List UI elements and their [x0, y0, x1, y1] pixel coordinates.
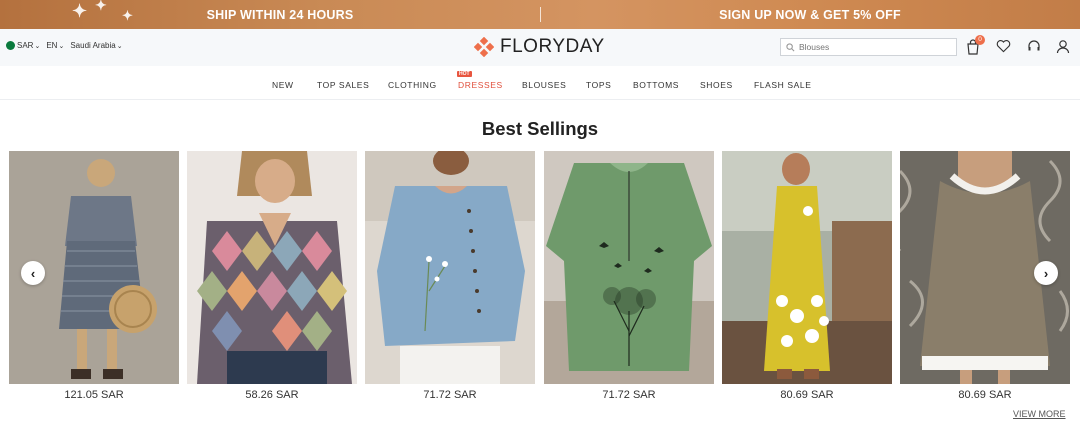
- language-selector[interactable]: EN ⌄: [46, 41, 64, 50]
- nav-item-shoes[interactable]: SHOES: [700, 80, 733, 90]
- currency-selector[interactable]: SAR ⌄: [6, 41, 40, 50]
- nav-item-new[interactable]: NEW: [272, 80, 294, 90]
- locale-selector: SAR ⌄ EN ⌄ Saudi Arabia ⌄: [6, 41, 123, 50]
- search-icon: [786, 42, 795, 51]
- product-card[interactable]: 71.72 SAR: [544, 151, 714, 401]
- site-header: SAR ⌄ EN ⌄ Saudi Arabia ⌄ FLORYDAY Blous…: [0, 29, 1080, 66]
- language-label: EN: [46, 41, 58, 50]
- promo-banner[interactable]: ✦ ✦ ✦ SHIP WITHIN 24 HOURS SIGN UP NOW &…: [0, 0, 1080, 29]
- product-price: 71.72 SAR: [423, 389, 477, 401]
- product-price: 121.05 SAR: [64, 389, 124, 401]
- nav-item-bottoms[interactable]: BOTTOMS: [633, 80, 679, 90]
- chevron-down-icon: ⌄: [34, 42, 41, 50]
- currency-label: SAR: [17, 41, 34, 50]
- heart-icon[interactable]: [996, 39, 1012, 55]
- logo-text: FLORYDAY: [500, 36, 605, 57]
- nav-item-clothing[interactable]: CLOTHING: [388, 80, 437, 90]
- section-title: Best Sellings: [481, 118, 599, 139]
- cart-count-badge: 0: [975, 35, 985, 45]
- product-image[interactable]: [365, 151, 535, 384]
- product-price: 71.72 SAR: [602, 389, 656, 401]
- nav-item-tops[interactable]: TOPS: [586, 80, 611, 90]
- nav-item-flash-sale[interactable]: FLASH SALE: [754, 80, 812, 90]
- product-card[interactable]: 80.69 SAR: [722, 151, 892, 401]
- user-icon[interactable]: [1056, 39, 1072, 55]
- chevron-down-icon: ⌄: [58, 42, 65, 50]
- product-card[interactable]: 58.26 SAR: [187, 151, 357, 401]
- country-label: Saudi Arabia: [70, 41, 116, 50]
- product-image[interactable]: [187, 151, 357, 384]
- hot-badge: HOT: [457, 71, 472, 77]
- country-selector[interactable]: Saudi Arabia ⌄: [70, 41, 122, 50]
- promo-signup-text[interactable]: SIGN UP NOW & GET 5% OFF: [540, 8, 1080, 22]
- product-image[interactable]: [722, 151, 892, 384]
- product-price: 80.69 SAR: [780, 389, 834, 401]
- nav-item-dresses[interactable]: DRESSES: [458, 80, 503, 90]
- product-price: 80.69 SAR: [958, 389, 1012, 401]
- search-box[interactable]: [780, 38, 957, 56]
- chevron-right-icon: ›: [1043, 265, 1049, 281]
- nav-item-top-sales[interactable]: TOP SALES: [317, 80, 369, 90]
- saudi-flag-icon: [6, 41, 15, 50]
- product-image[interactable]: [544, 151, 714, 384]
- site-logo[interactable]: FLORYDAY: [473, 36, 605, 58]
- floryday-logo-icon: [473, 36, 495, 58]
- product-price: 58.26 SAR: [245, 389, 299, 401]
- product-card[interactable]: 71.72 SAR: [365, 151, 535, 401]
- headset-icon[interactable]: [1027, 39, 1043, 55]
- view-more-link[interactable]: VIEW MORE: [1013, 409, 1066, 419]
- carousel-next-button[interactable]: ›: [1034, 261, 1058, 285]
- chevron-left-icon: ‹: [30, 265, 36, 281]
- chevron-down-icon: ⌄: [116, 42, 123, 50]
- search-input[interactable]: [799, 42, 949, 52]
- nav-item-blouses[interactable]: BLOUSES: [522, 80, 566, 90]
- promo-shipping-text[interactable]: SHIP WITHIN 24 HOURS: [0, 8, 540, 22]
- carousel-prev-button[interactable]: ‹: [21, 261, 45, 285]
- main-navigation: NEW TOP SALES CLOTHING HOT DRESSES BLOUS…: [0, 66, 1080, 100]
